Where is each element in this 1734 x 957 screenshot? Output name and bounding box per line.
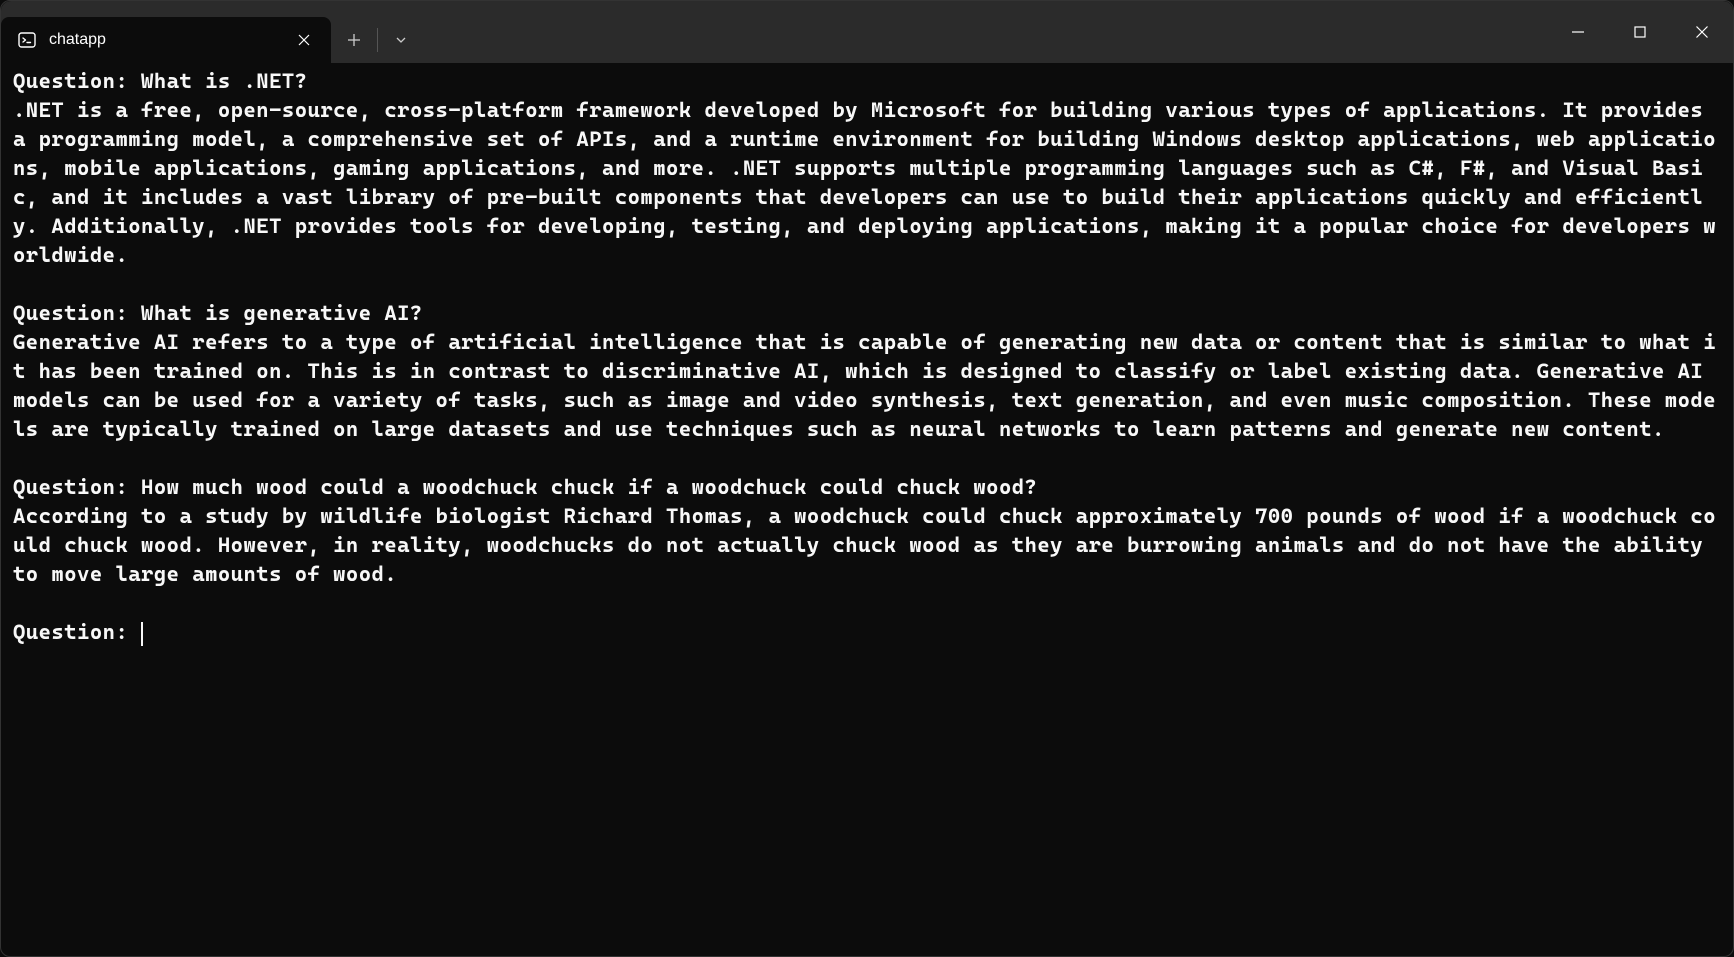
answer-text: According to a study by wildlife biologi… [13,504,1716,586]
window-controls [1547,1,1733,63]
question-line: Question: What is .NET? [13,69,308,93]
tab-actions [333,17,422,63]
prompt-line: Question: [13,618,1721,647]
terminal-icon [17,30,37,50]
tab-dropdown-button[interactable] [380,20,422,60]
cursor [141,622,143,646]
answer-text: .NET is a free, open-source, cross-platf… [13,98,1716,267]
terminal-content[interactable]: Question: What is .NET? .NET is a free, … [1,63,1733,651]
tab-chatapp[interactable]: chatapp [1,17,331,63]
qa-block: Question: How much wood could a woodchuc… [13,473,1721,589]
close-window-button[interactable] [1671,11,1733,53]
qa-block: Question: What is .NET? .NET is a free, … [13,67,1721,270]
question-line: Question: What is generative AI? [13,301,423,325]
tabs-area: chatapp [1,1,1547,63]
tab-title: chatapp [49,31,279,49]
prompt-text: Question: [13,620,141,644]
maximize-button[interactable] [1609,11,1671,53]
minimize-button[interactable] [1547,11,1609,53]
question-line: Question: How much wood could a woodchuc… [13,475,1037,499]
titlebar: chatapp [1,1,1733,63]
tab-close-button[interactable] [291,27,317,53]
qa-block: Question: What is generative AI? Generat… [13,299,1721,444]
new-tab-button[interactable] [333,20,375,60]
tab-divider [377,28,378,52]
answer-text: Generative AI refers to a type of artifi… [13,330,1716,441]
